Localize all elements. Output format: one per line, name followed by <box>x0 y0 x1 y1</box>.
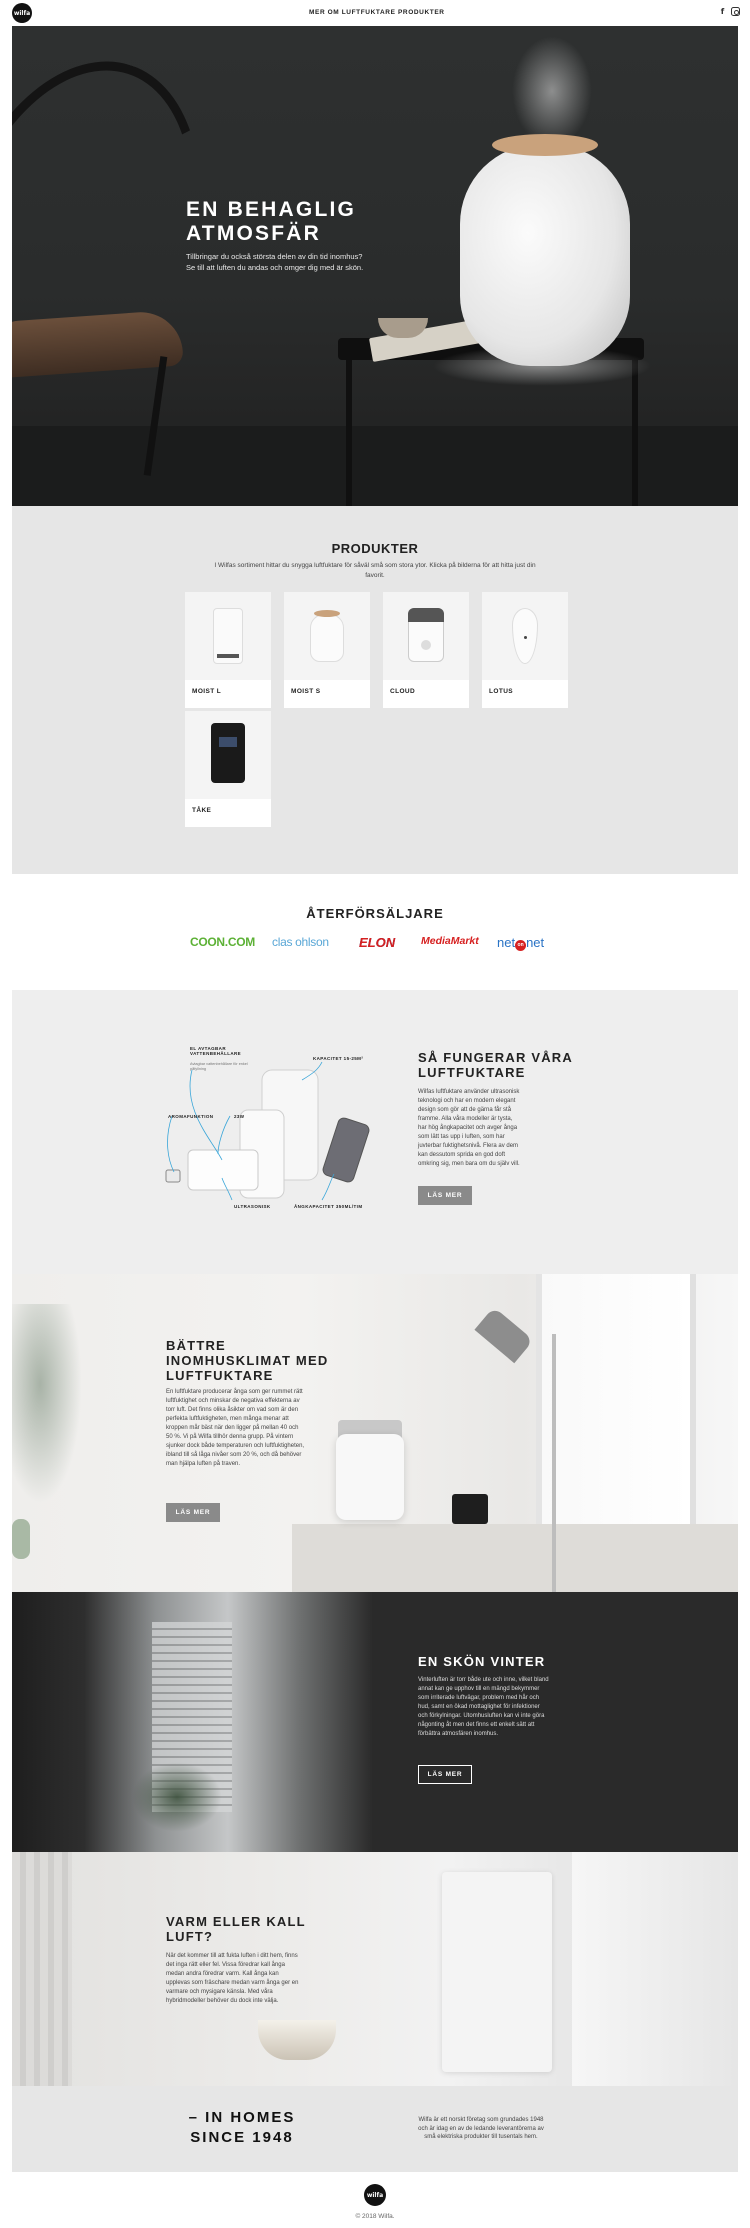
diagram-label-power: 23W <box>234 1114 245 1119</box>
product-knob <box>421 640 431 650</box>
hero-banner: EN BEHAGLIG ATMOSFÄR Tillbringar du ocks… <box>12 26 738 506</box>
diagram-label-aroma: AROMAFUNKTION <box>168 1114 214 1119</box>
product-image <box>185 592 271 680</box>
in-homes-title: – IN HOMES SINCE 1948 <box>188 2109 296 2146</box>
diagram-callout-aroma <box>167 1115 175 1173</box>
in-homes-text: Wilfa är ett norskt företag som grundade… <box>418 2117 544 2140</box>
hero-table-leg <box>346 356 352 506</box>
products-subtitle: I Wilfas sortiment hittar du snygga luft… <box>214 562 536 579</box>
winter-read-more-button[interactable]: LÄS MER <box>418 1765 472 1784</box>
better-vase <box>12 1519 30 1559</box>
better-plant <box>12 1304 82 1504</box>
hero-chair <box>12 28 245 464</box>
product-name: LOTUS <box>489 688 514 695</box>
product-card-moist-s[interactable]: MOIST S <box>284 592 370 708</box>
product-name: MOIST L <box>192 688 222 695</box>
better-read-more-button[interactable]: LÄS MER <box>166 1503 220 1522</box>
netonnet-net-text: net <box>497 935 516 950</box>
products-section: PRODUKTER I Wilfas sortiment hittar du s… <box>12 506 738 874</box>
product-image <box>284 592 370 680</box>
product-name: TÅKE <box>192 807 212 814</box>
diagram-label-steam: ÅNGKAPACITET 350ML/TIM <box>294 1204 363 1209</box>
how-text: Wilfas luftfuktare använder ultrasonisk … <box>418 1089 520 1167</box>
winter-plant <box>132 1762 222 1832</box>
facebook-icon[interactable]: f <box>718 7 727 16</box>
product-card-take[interactable]: TÅKE <box>185 711 271 827</box>
product-top <box>408 608 444 622</box>
instagram-icon[interactable] <box>731 7 740 16</box>
warm-cup <box>258 2020 336 2060</box>
footer-wilfa-logo[interactable]: wilfa <box>364 2184 386 2206</box>
retailer-logo-mediamarkt[interactable]: MediaMarkt <box>421 935 479 947</box>
product-card-moist-l[interactable]: MOIST L <box>185 592 271 708</box>
better-lamp <box>474 1306 534 1364</box>
netonnet-net-text: net <box>526 935 545 950</box>
warm-humidifier <box>442 1872 552 2072</box>
winter-text: Vinterluften är torr både ute och inne, … <box>418 1677 549 1737</box>
hero-steam <box>512 36 592 146</box>
product-name: CLOUD <box>390 688 416 695</box>
product-image <box>383 592 469 680</box>
better-humidifier <box>336 1434 404 1520</box>
product-card-lotus[interactable]: LOTUS <box>482 592 568 708</box>
better-title: BÄTTRE INOMHUSKLIMAT MED LUFTFUKTARE <box>166 1338 329 1383</box>
netonnet-on-badge: on <box>515 940 527 951</box>
diagram-callout-power <box>217 1115 231 1155</box>
diagram-label-tank: EL AVTAGBAR VATTENBEHÅLLARE <box>190 1046 242 1056</box>
product-base <box>217 654 239 658</box>
diagram-note-tank: Avtagbar vattenbehållare för enkel påfyl… <box>190 1062 248 1071</box>
warm-text: När det kommer till att fukta luften i d… <box>166 1953 299 2004</box>
hero-humidifier <box>460 144 630 366</box>
product-image <box>185 711 271 799</box>
how-it-works-section: EL AVTAGBAR VATTENBEHÅLLARE Avtagbar vat… <box>12 990 738 1274</box>
in-homes-section: – IN HOMES SINCE 1948 Wilfa är ett norsk… <box>12 2086 738 2172</box>
warm-title: VARM ELLER KALL LUFT? <box>166 1914 306 1944</box>
retailer-logo-coon[interactable]: COON.COM <box>190 935 255 949</box>
retailer-logo-netonnet[interactable]: net on net <box>497 935 544 951</box>
product-image <box>482 592 568 680</box>
diagram-label-ultrasonic: ULTRASONISK <box>234 1204 271 1209</box>
wilfa-logo[interactable]: wilfa <box>12 3 32 23</box>
better-windowsill <box>292 1524 738 1592</box>
product-take-shape <box>211 723 245 783</box>
diagram-callout-steam <box>321 1173 335 1201</box>
diagram-base <box>187 1149 259 1191</box>
hero-humidifier-lid <box>492 134 598 156</box>
product-lid <box>314 610 340 617</box>
winter-section: EN SKÖN VINTER Vinterluften är torr både… <box>12 1592 738 1852</box>
hero-title: EN BEHAGLIG ATMOSFÄR <box>186 198 357 245</box>
humidifier-diagram <box>165 1061 370 1201</box>
winter-title: EN SKÖN VINTER <box>418 1654 546 1669</box>
better-text: En luftfuktare producerar ånga som ger r… <box>166 1389 305 1467</box>
nav-link-produkter[interactable]: PRODUKTER <box>398 9 445 16</box>
hero-floor <box>12 426 738 506</box>
diagram-panel <box>322 1117 370 1183</box>
retailers-title: ÅTERFÖRSÄLJARE <box>306 906 444 921</box>
warm-window <box>572 1852 738 2086</box>
site-header: wilfa MER OM LUFTFUKTARE PRODUKTER f <box>0 0 750 26</box>
hero-text: Tillbringar du också största delen av di… <box>186 252 364 272</box>
warm-curtain <box>12 1852 72 2086</box>
product-name: MOIST S <box>291 688 321 695</box>
product-dot <box>524 636 527 639</box>
better-camera <box>452 1494 488 1524</box>
how-title: SÅ FUNGERAR VÅRA LUFTFUKTARE <box>418 1050 573 1080</box>
retailer-logo-elon[interactable]: ELON <box>359 935 395 950</box>
retailer-logo-clas-ohlson[interactable]: clas ohlson <box>272 935 329 949</box>
better-climate-section: BÄTTRE INOMHUSKLIMAT MED LUFTFUKTARE En … <box>12 1274 738 1592</box>
how-read-more-button[interactable]: LÄS MER <box>418 1186 472 1205</box>
product-moist-s-shape <box>310 614 344 662</box>
product-display <box>219 737 237 747</box>
products-title: PRODUKTER <box>331 541 419 556</box>
warm-cold-section: VARM ELLER KALL LUFT? När det kommer til… <box>12 1852 738 2086</box>
diagram-label-capacity: KAPACITET 15-25M² <box>313 1056 364 1061</box>
nav-link-mer-om-luftfuktare[interactable]: MER OM LUFTFUKTARE <box>309 9 396 16</box>
footer-copyright: © 2018 Wilfa. <box>355 2213 395 2220</box>
diagram-aroma-box <box>165 1169 181 1183</box>
better-lamp-pole <box>552 1334 556 1592</box>
product-card-cloud[interactable]: CLOUD <box>383 592 469 708</box>
